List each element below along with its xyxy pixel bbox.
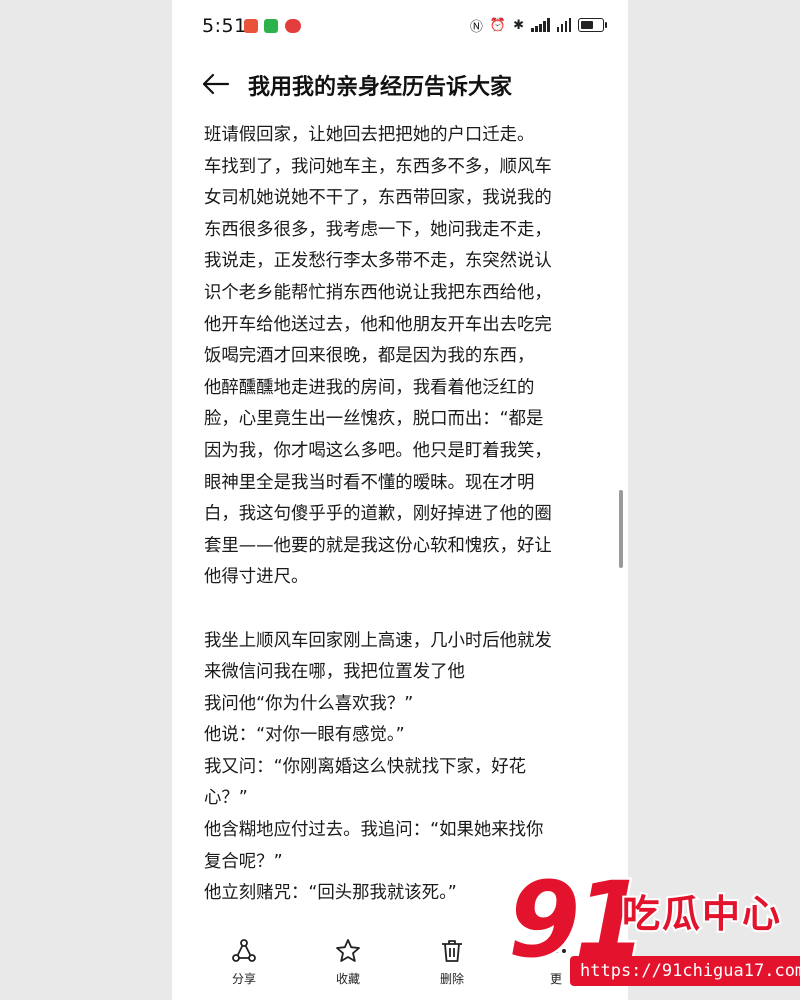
share-icon xyxy=(232,939,256,962)
delete-label: 删除 xyxy=(439,972,464,986)
text-line: 他含糊地应付过去。我追问：“如果她来找你 xyxy=(204,820,544,841)
signal-icon xyxy=(531,18,550,32)
text-line: 他得寸进尺。 xyxy=(204,567,309,588)
more-icon xyxy=(546,949,566,953)
text-line: 我坐上顺风车回家刚上高速，几小时后他就发 xyxy=(204,630,552,651)
trash-icon xyxy=(442,940,462,962)
battery-icon xyxy=(578,18,607,32)
phone-screen: 5:51 Ⓝ ⏰ ✱ 我用我的亲身经历告诉大家 班请假回家，让她回去把把她的户口… xyxy=(172,0,628,1000)
text-line: 来微信问我在哪，我把位置发了他 xyxy=(204,662,465,683)
text-line: 东西很多很多，我考虑一下，她问我走不走， xyxy=(204,219,552,240)
status-bar: 5:51 Ⓝ ⏰ ✱ xyxy=(172,0,628,52)
share-label: 分享 xyxy=(231,972,256,986)
favorite-label: 收藏 xyxy=(335,972,360,986)
signal-icon xyxy=(556,18,571,32)
nfc-icon: Ⓝ xyxy=(469,19,483,35)
text-line: 女司机她说她不干了，东西带回家，我说我的 xyxy=(204,188,552,209)
bluetooth-icon: ✱ xyxy=(513,17,524,33)
text-line: 他说：“对你一眼有感觉。” xyxy=(204,725,405,746)
system-icons: Ⓝ ⏰ ✱ xyxy=(469,14,607,36)
text-line: 识个老乡能帮忙捎东西他说让我把东西给他， xyxy=(204,282,552,303)
text-line: 眼神里全是我当时看不懂的暧昧。现在才明 xyxy=(204,472,535,493)
bottom-action-bar: 分享 收藏 删除 更 xyxy=(172,932,628,1000)
text-line: 因为我，你才喝这么多吧。他只是盯着我笑， xyxy=(204,440,552,461)
text-line: 饭喝完酒才回来很晚，都是因为我的东西， xyxy=(204,346,535,367)
paragraph-break xyxy=(204,594,602,626)
text-line: 班请假回家，让她回去把把她的户口迁走。 xyxy=(204,125,535,145)
page-header: 我用我的亲身经历告诉大家 xyxy=(172,58,628,110)
watermark-name: 吃瓜中心 xyxy=(620,890,783,938)
status-time: 5:51 xyxy=(202,15,247,37)
wechat-icon xyxy=(264,19,278,33)
text-line: 白，我这句傻乎乎的道歉，刚好掉进了他的圈 xyxy=(204,504,552,525)
app-badge-icon xyxy=(285,19,301,33)
text-line: 他立刻赌咒：“回头那我就该死。” xyxy=(204,883,457,904)
star-icon xyxy=(336,939,360,962)
share-button[interactable]: 分享 xyxy=(204,938,284,987)
arrow-left-icon[interactable] xyxy=(200,68,232,100)
page-title: 我用我的亲身经历告诉大家 xyxy=(248,75,513,100)
scrollbar[interactable] xyxy=(619,490,623,568)
text-line: 他醉醺醺地走进我的房间，我看着他泛红的 xyxy=(204,377,535,398)
text-line: 我问他“你为什么喜欢我？” xyxy=(204,693,414,714)
favorite-button[interactable]: 收藏 xyxy=(308,938,388,987)
text-line: 车找到了，我问她车主，东西多不多，顺风车 xyxy=(204,156,552,177)
more-button[interactable]: 更 xyxy=(516,938,596,987)
more-label: 更 xyxy=(549,972,562,986)
text-line: 脸，心里竟生出一丝愧疚，脱口而出：“都是 xyxy=(204,409,544,430)
text-line: 套里——他要的就是我这份心软和愧疚，好让 xyxy=(204,535,552,556)
text-line: 我又问：“你刚离婚这么快就找下家，好花 xyxy=(204,756,527,777)
alarm-icon: ⏰ xyxy=(489,17,507,33)
text-line: 他开车给他送过去，他和他朋友开车出去吃完 xyxy=(204,314,552,335)
text-line: 心？” xyxy=(204,788,248,809)
delete-button[interactable]: 删除 xyxy=(412,938,492,987)
news-app-icon xyxy=(244,19,258,33)
text-line: 复合呢？” xyxy=(204,851,283,872)
article-body: 班请假回家，让她回去把把她的户口迁走。 车找到了，我问她车主，东西多不多，顺风车女… xyxy=(204,120,602,920)
text-line: 我说走，正发愁行李太多带不走，东突然说认 xyxy=(204,251,552,272)
